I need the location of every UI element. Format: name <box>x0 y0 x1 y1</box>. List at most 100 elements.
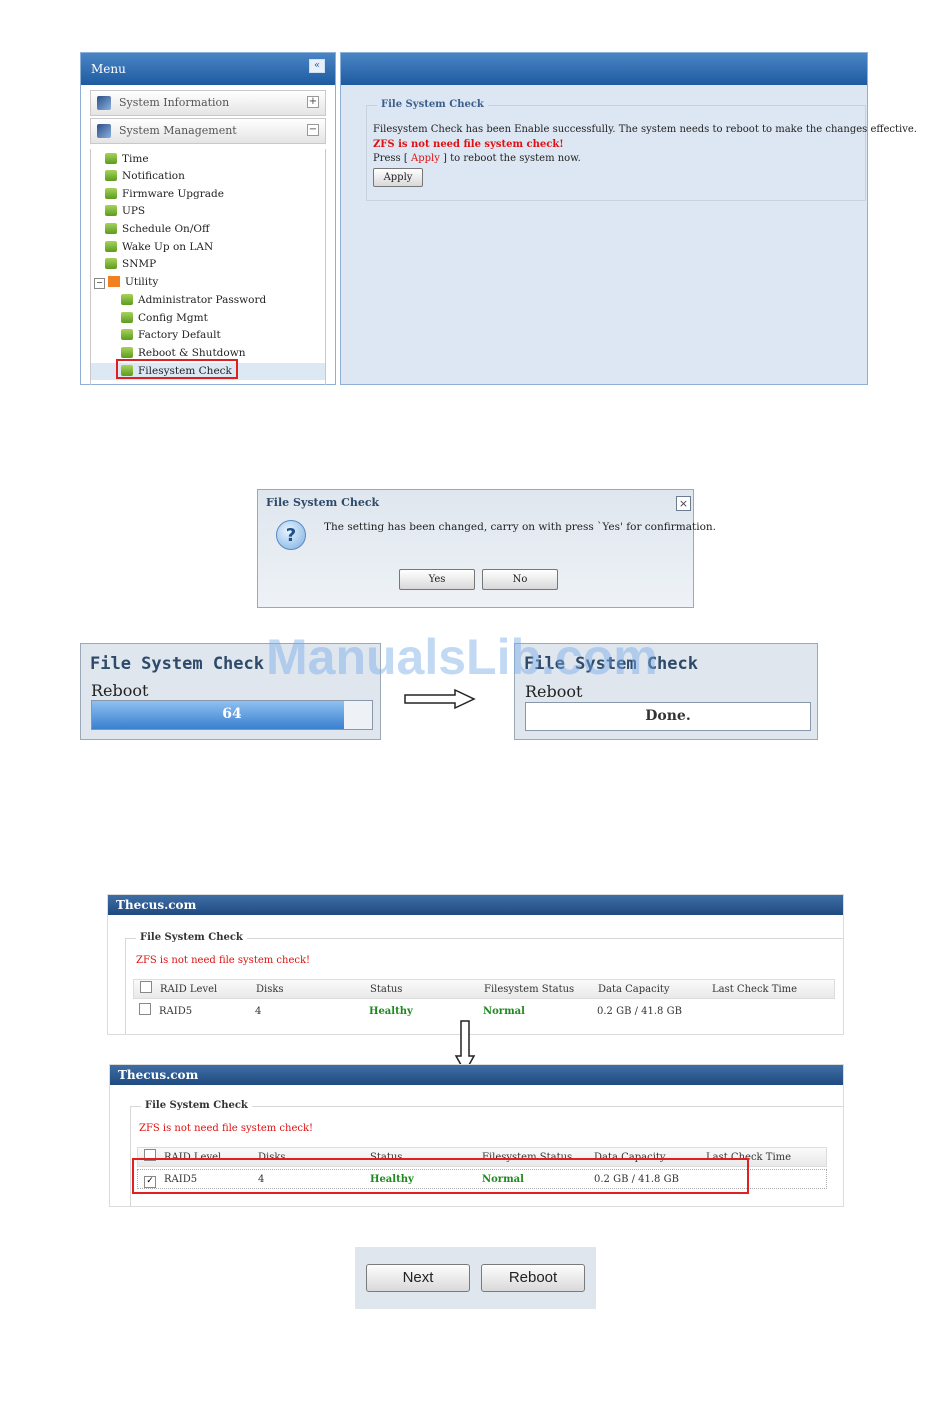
tree-item-schedule[interactable]: Schedule On/Off <box>105 221 209 238</box>
tree-item-config-mgmt[interactable]: Config Mgmt <box>121 310 208 327</box>
tree-item-label: UPS <box>122 205 146 217</box>
expand-icon[interactable]: + <box>307 96 319 108</box>
reboot-button[interactable]: Reboot <box>481 1264 585 1292</box>
dialog-message: The setting has been changed, carry on w… <box>324 521 717 533</box>
column-header: Last Check Time <box>712 984 798 995</box>
column-header: Disks <box>256 984 284 995</box>
item-icon <box>105 205 117 216</box>
tree-item-wake-on-lan[interactable]: Wake Up on LAN <box>105 239 213 256</box>
thecus-header: Thecus.com <box>110 1065 843 1085</box>
content-panel: File System Check Filesystem Check has b… <box>340 52 917 385</box>
file-system-check-fieldset: File System Check Filesystem Check has b… <box>366 99 917 201</box>
press-prefix: Press [ <box>373 153 408 164</box>
tree-item-snmp[interactable]: SNMP <box>105 256 156 273</box>
item-icon <box>121 329 133 340</box>
collapse-icon[interactable]: − <box>307 124 319 136</box>
no-button[interactable]: No <box>482 569 558 590</box>
thecus-panel-2: Thecus.com File System Check ZFS is not … <box>109 1064 844 1207</box>
item-icon <box>105 258 117 269</box>
tree-item-label: Schedule On/Off <box>122 223 210 235</box>
item-icon <box>121 347 133 358</box>
column-header: Data Capacity <box>598 984 670 995</box>
collapse-node-icon[interactable]: − <box>94 278 105 289</box>
column-header: Status <box>370 984 403 995</box>
tree-item-time[interactable]: Time <box>105 151 149 168</box>
done-bar: Done. <box>525 702 811 731</box>
tree-item-label: Reboot & Shutdown <box>138 347 246 359</box>
system-management-label: System Management <box>119 124 237 137</box>
zfs-warning: ZFS is not need file system check! <box>373 139 564 150</box>
item-icon <box>121 312 133 323</box>
fieldset-legend: File System Check <box>136 932 247 943</box>
tree-item-notification[interactable]: Notification <box>105 168 185 185</box>
system-information-icon <box>97 96 111 110</box>
confirm-dialog: File System Check × ? The setting has be… <box>257 489 716 608</box>
wizard-buttons-panel: Next Reboot <box>355 1247 596 1309</box>
row-checkbox[interactable] <box>139 1002 151 1022</box>
progress-title: File System Check <box>90 654 264 674</box>
column-header: Filesystem Status <box>484 984 575 995</box>
zfs-warning: ZFS is not need file system check! <box>139 1123 314 1134</box>
done-title: File System Check <box>524 654 698 674</box>
tree-item-utility[interactable]: − Utility <box>94 274 158 291</box>
tree-item-firmware-upgrade[interactable]: Firmware Upgrade <box>105 186 224 203</box>
item-icon <box>121 294 133 305</box>
apply-link[interactable]: Apply <box>411 153 440 164</box>
tree-item-label: Config Mgmt <box>138 312 208 324</box>
tree-item-ups[interactable]: UPS <box>105 203 145 220</box>
item-icon <box>105 241 117 252</box>
close-icon[interactable]: × <box>676 496 691 511</box>
highlight-box <box>132 1158 749 1194</box>
done-label: Reboot <box>525 682 583 701</box>
progress-bar: 64 <box>91 700 373 730</box>
system-management-icon <box>97 124 111 138</box>
collapse-menu-button[interactable]: « <box>309 59 325 73</box>
progress-value: 64 <box>222 706 242 722</box>
tree-item-label: Factory Default <box>138 329 221 341</box>
progress-label: Reboot <box>91 681 149 700</box>
fieldset-legend: File System Check <box>377 99 488 110</box>
thecus-header: Thecus.com <box>108 895 843 915</box>
system-information-label: System Information <box>119 96 230 109</box>
menu-title: Menu <box>91 62 126 76</box>
fieldset-legend: File System Check <box>141 1100 252 1111</box>
header-checkbox[interactable] <box>140 980 152 998</box>
capacity-cell: 0.2 GB / 41.8 GB <box>597 1006 682 1017</box>
yes-button[interactable]: Yes <box>399 569 475 590</box>
table-row[interactable]: RAID5 4 Healthy Normal 0.2 GB / 41.8 GB <box>133 1002 835 1022</box>
status-cell: Healthy <box>369 1006 413 1017</box>
menu-panel: Menu « System Information + System Manag… <box>80 52 336 385</box>
management-tree: Time Notification Firmware Upgrade UPS S… <box>90 149 326 385</box>
menu-header: Menu <box>81 53 335 85</box>
item-icon <box>105 170 117 181</box>
apply-button[interactable]: Apply <box>373 168 423 187</box>
table-header-row: RAID Level Disks Status Filesystem Statu… <box>133 979 835 999</box>
dialog-title: File System Check <box>266 496 380 509</box>
content-header <box>341 53 867 85</box>
zfs-warning: ZFS is not need file system check! <box>136 955 311 966</box>
folder-icon <box>108 276 120 287</box>
question-icon: ? <box>276 520 306 550</box>
fs-status-cell: Normal <box>483 1006 525 1017</box>
tree-item-admin-password[interactable]: Administrator Password <box>121 292 266 309</box>
next-button[interactable]: Next <box>366 1264 470 1292</box>
item-icon <box>105 153 117 164</box>
tree-item-label: Notification <box>122 170 185 182</box>
system-information-section[interactable]: System Information + <box>90 90 326 116</box>
tree-item-factory-default[interactable]: Factory Default <box>121 327 221 344</box>
item-icon <box>105 188 117 199</box>
tree-item-label: Utility <box>125 276 159 288</box>
success-message: Filesystem Check has been Enable success… <box>373 124 917 135</box>
tree-item-label: SNMP <box>122 258 157 270</box>
press-suffix: ] to reboot the system now. <box>443 153 581 164</box>
reboot-done-dialog: File System Check Reboot Done. <box>514 643 818 740</box>
done-value: Done. <box>645 708 691 724</box>
tree-item-label: Wake Up on LAN <box>122 241 214 253</box>
tree-item-label: Time <box>122 153 149 165</box>
tree-item-label: Firmware Upgrade <box>122 188 224 200</box>
disks-cell: 4 <box>255 1006 262 1017</box>
item-icon <box>105 223 117 234</box>
reboot-progress-dialog: File System Check Reboot 64 <box>80 643 381 740</box>
system-management-section[interactable]: System Management − <box>90 118 326 144</box>
right-arrow-icon <box>404 688 476 710</box>
